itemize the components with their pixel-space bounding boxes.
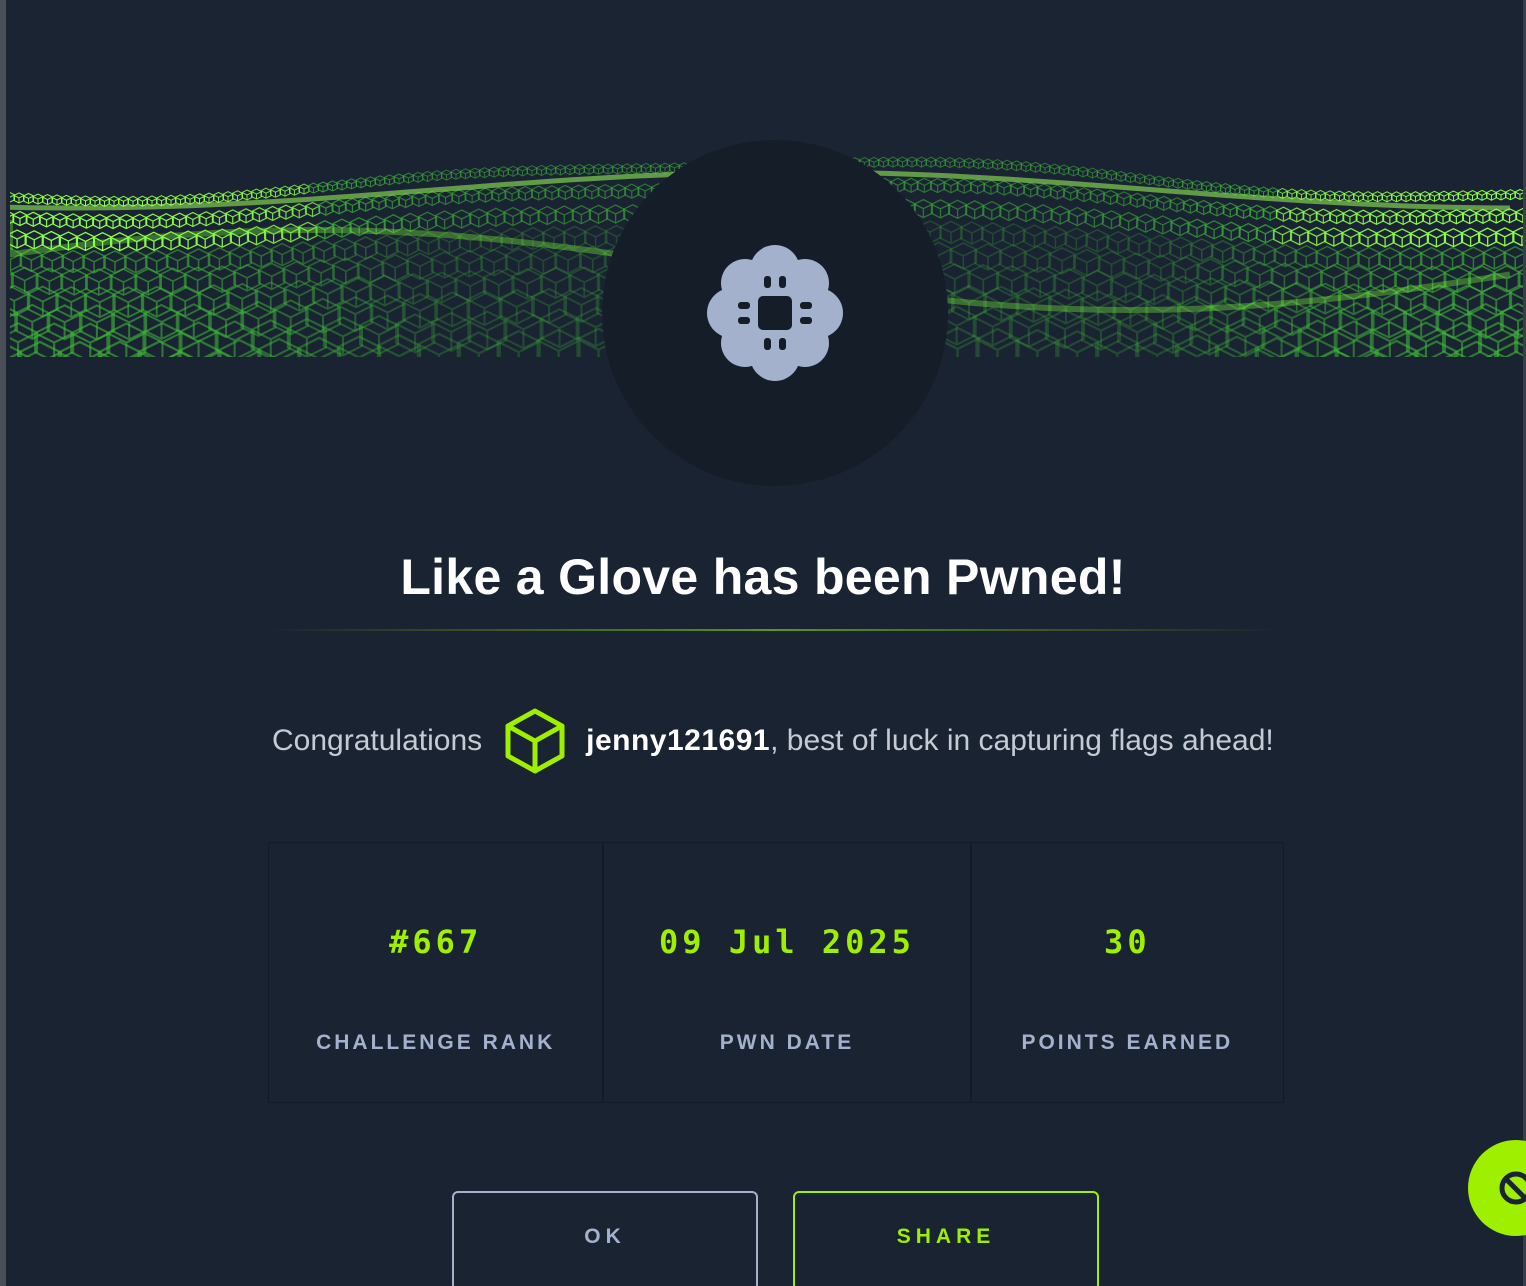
username[interactable]: jenny121691 [586, 724, 770, 758]
title-divider [266, 629, 1280, 631]
stat-pwn-date: 09 Jul 2025 PWN DATE [604, 843, 972, 1102]
support-chat-icon [1499, 1171, 1526, 1205]
stat-challenge-rank: #667 CHALLENGE RANK [269, 843, 605, 1102]
pwned-modal-page: Like a Glove has been Pwned! Congratulat… [0, 0, 1526, 1286]
stat-points-earned: 30 POINTS EARNED [972, 843, 1283, 1102]
stat-value: 09 Jul 2025 [659, 923, 915, 961]
support-chat-button[interactable] [1468, 1140, 1526, 1236]
stats-panel: #667 CHALLENGE RANK 09 Jul 2025 PWN DATE… [268, 842, 1284, 1103]
stat-label: CHALLENGE RANK [316, 1031, 556, 1054]
chip-badge-icon [705, 243, 845, 383]
pwned-title: Like a Glove has been Pwned! [400, 549, 1126, 605]
stat-value: 30 [1104, 923, 1151, 961]
share-button[interactable]: SHARE [793, 1191, 1099, 1286]
modal-top-area [6, 0, 1523, 160]
congratulations-message: Congratulations jenny121691 , best of lu… [272, 700, 1274, 782]
cube-icon [504, 707, 566, 775]
stat-value: #667 [389, 923, 483, 961]
congrats-prefix: Congratulations [272, 724, 483, 757]
stat-label: POINTS EARNED [1021, 1031, 1234, 1054]
ok-button[interactable]: OK [452, 1191, 758, 1286]
background-app-edge [0, 0, 6, 1286]
congrats-suffix: , best of luck in capturing flags ahead! [770, 724, 1274, 757]
stat-label: PWN DATE [719, 1031, 855, 1054]
